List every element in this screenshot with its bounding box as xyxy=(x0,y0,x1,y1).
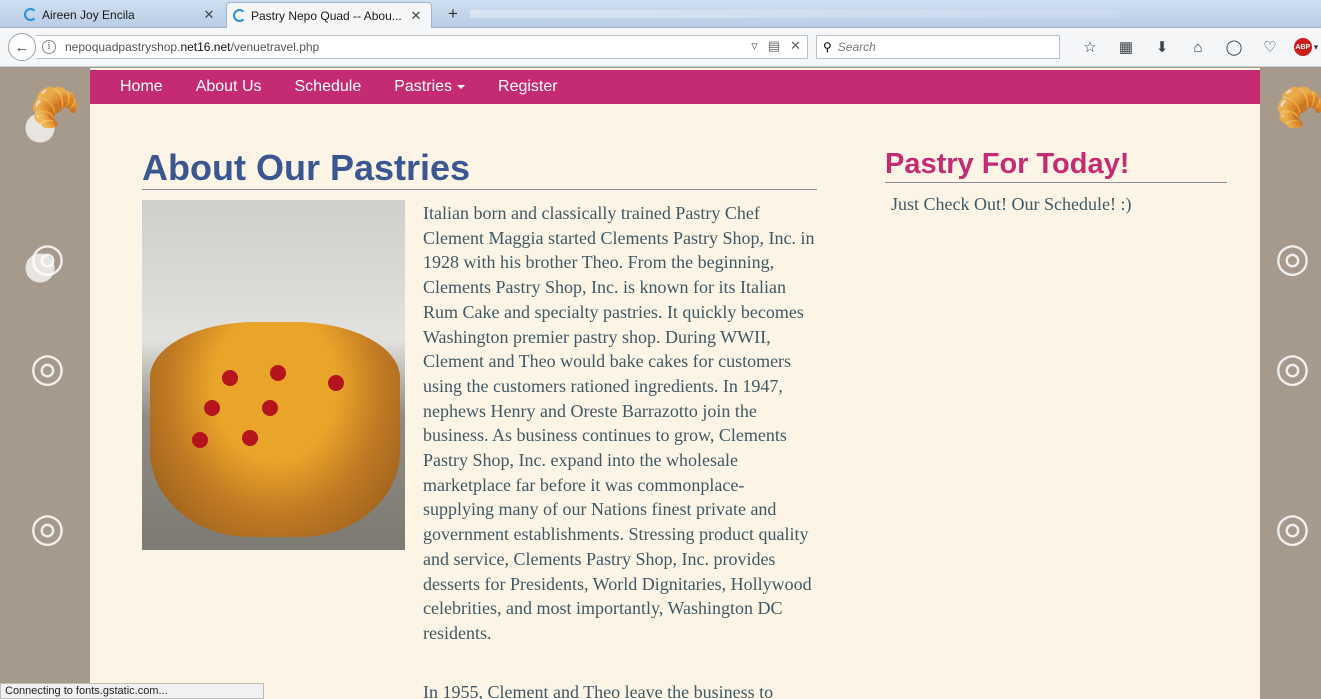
cherry-shape xyxy=(328,375,344,391)
cherry-shape xyxy=(204,400,220,416)
url-prefix: nepoquadpastryshop. xyxy=(65,40,181,54)
pocket-icon[interactable]: ♡ xyxy=(1252,36,1288,58)
cherry-shape xyxy=(262,400,278,416)
toolbar-icons: ☆ ▦ ⬇ ⌂ ◯ ♡ ABP ▾ xyxy=(1072,36,1321,58)
info-icon[interactable]: i xyxy=(42,40,56,54)
croissant-decoration-icon: 🥐 xyxy=(1275,86,1321,130)
content-area: Home About Us Schedule Pastries Register… xyxy=(90,68,1260,699)
menu-item-about-us[interactable]: About Us xyxy=(196,78,262,96)
menu-item-schedule[interactable]: Schedule xyxy=(295,78,362,96)
dropdown-icon[interactable]: ▿ xyxy=(751,38,758,54)
url-path: /venuetravel.php xyxy=(230,40,320,54)
new-tab-icon[interactable]: + xyxy=(444,4,462,24)
bookmarks-list-icon[interactable]: ▦ xyxy=(1108,36,1144,58)
adblock-icon: ABP xyxy=(1293,38,1312,56)
search-input[interactable]: ⚲ Search xyxy=(816,35,1060,59)
menu-item-pastries-label: Pastries xyxy=(394,78,453,95)
donut-decoration-icon: ◎ xyxy=(30,236,65,280)
tab-pastry-nepo-quad[interactable]: Pastry Nepo Quad -- Abou... ✕ xyxy=(226,2,432,28)
cake-shape xyxy=(150,322,400,537)
cherry-shape xyxy=(242,430,258,446)
cherry-shape xyxy=(222,370,238,386)
donut-decoration-icon: ◎ xyxy=(1275,346,1310,390)
menu-item-home[interactable]: Home xyxy=(120,78,163,96)
tab-aireen-joy-encila[interactable]: Aireen Joy Encila ✕ xyxy=(18,2,224,28)
donut-decoration-icon: ◎ xyxy=(30,506,65,550)
tab-strip-background xyxy=(470,10,1120,18)
donut-decoration-icon: ◎ xyxy=(1275,236,1310,280)
sidebar-text: Just Check Out! Our Schedule! :) xyxy=(891,194,1132,214)
stop-icon[interactable]: ✕ xyxy=(790,38,801,54)
tab-strip: Aireen Joy Encila ✕ Pastry Nepo Quad -- … xyxy=(0,0,1321,28)
croissant-decoration-icon: 🥐 xyxy=(30,86,80,130)
tab-title: Pastry Nepo Quad -- Abou... xyxy=(251,8,402,23)
cherry-shape xyxy=(270,365,286,381)
status-bar: Connecting to fonts.gstatic.com... xyxy=(0,683,264,699)
loading-icon xyxy=(233,9,246,22)
search-placeholder: Search xyxy=(837,40,876,54)
chat-icon[interactable]: ◯ xyxy=(1216,36,1252,58)
pineapple-cake-image xyxy=(142,200,405,550)
bookmark-star-icon[interactable]: ☆ xyxy=(1072,36,1108,58)
main-menu: Home About Us Schedule Pastries Register xyxy=(90,70,1260,104)
cherry-shape xyxy=(192,432,208,448)
chevron-down-icon: ▾ xyxy=(1313,41,1319,52)
close-icon[interactable]: ✕ xyxy=(202,7,216,23)
url-tools: ▿ ▤ ✕ xyxy=(751,38,801,54)
menu-item-register[interactable]: Register xyxy=(498,78,558,96)
back-button[interactable]: ← xyxy=(8,33,36,61)
url-text: nepoquadpastryshop.net16.net/venuetravel… xyxy=(65,40,319,54)
navigation-toolbar: ← i nepoquadpastryshop.net16.net/venuetr… xyxy=(0,28,1321,67)
menu-item-pastries[interactable]: Pastries xyxy=(394,78,466,96)
download-icon[interactable]: ⬇ xyxy=(1144,36,1180,58)
page-viewport: 🥐 ◎ ◎ ◎ 🥐 ◎ ◎ ◎ Home About Us Schedule P… xyxy=(0,68,1321,699)
url-bar[interactable]: i nepoquadpastryshop.net16.net/venuetrav… xyxy=(36,35,808,59)
adblock-button[interactable]: ABP ▾ xyxy=(1288,36,1321,58)
loading-icon xyxy=(24,8,37,21)
url-domain: net16.net xyxy=(180,40,231,54)
donut-decoration-icon: ◎ xyxy=(30,346,65,390)
caret-down-icon xyxy=(457,84,466,89)
search-icon: ⚲ xyxy=(823,40,832,54)
about-paragraph-continued: In 1955, Clement and Theo leave the busi… xyxy=(423,682,774,699)
home-icon[interactable]: ⌂ xyxy=(1180,36,1216,58)
close-icon[interactable]: ✕ xyxy=(409,8,423,24)
page-title: About Our Pastries xyxy=(142,148,817,190)
sidebar-title: Pastry For Today! xyxy=(885,148,1227,183)
reader-view-icon[interactable]: ▤ xyxy=(768,38,780,54)
about-paragraph: Italian born and classically trained Pas… xyxy=(423,203,815,643)
tab-title: Aireen Joy Encila xyxy=(42,8,135,22)
donut-decoration-icon: ◎ xyxy=(1275,506,1310,550)
